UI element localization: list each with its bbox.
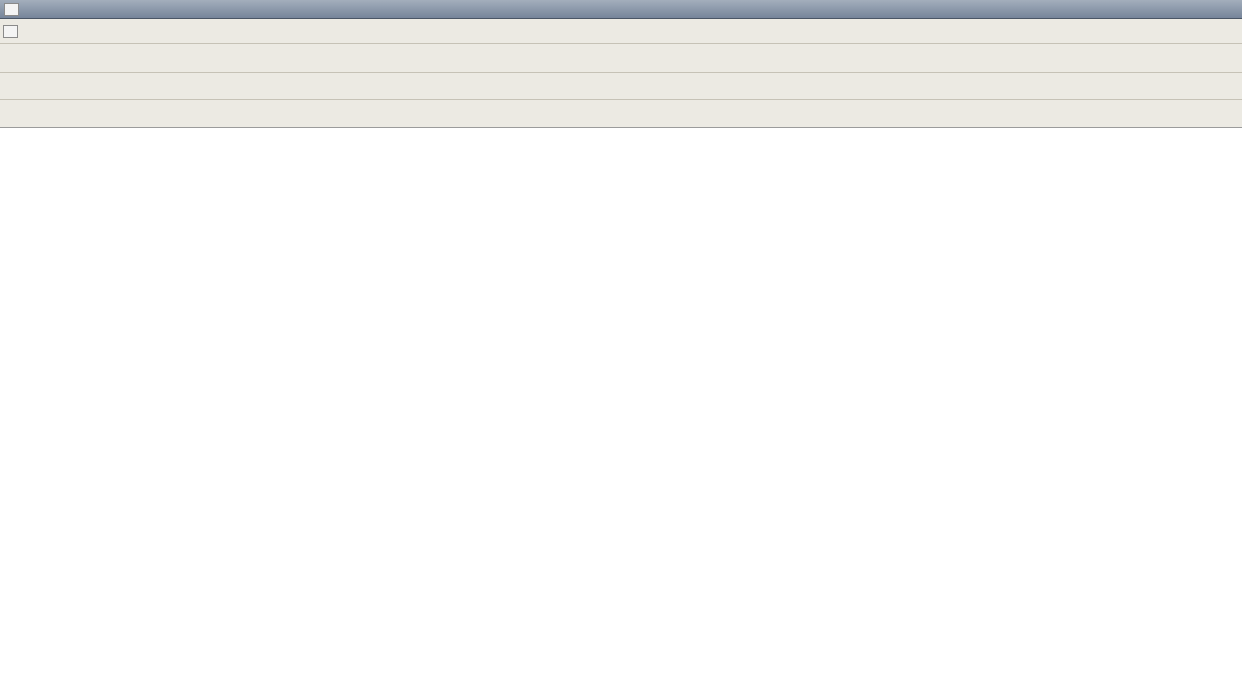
menu-bar (0, 19, 1242, 44)
chart-area[interactable] (0, 128, 1242, 675)
menu-logo-icon (3, 25, 18, 38)
window-titlebar[interactable] (0, 0, 1242, 19)
toolbar-main (0, 44, 1242, 73)
toolbar-navigation (0, 73, 1242, 100)
toolbar-drawing (0, 100, 1242, 128)
app-logo-icon (4, 3, 19, 16)
price-chart-svg[interactable] (0, 128, 1242, 675)
